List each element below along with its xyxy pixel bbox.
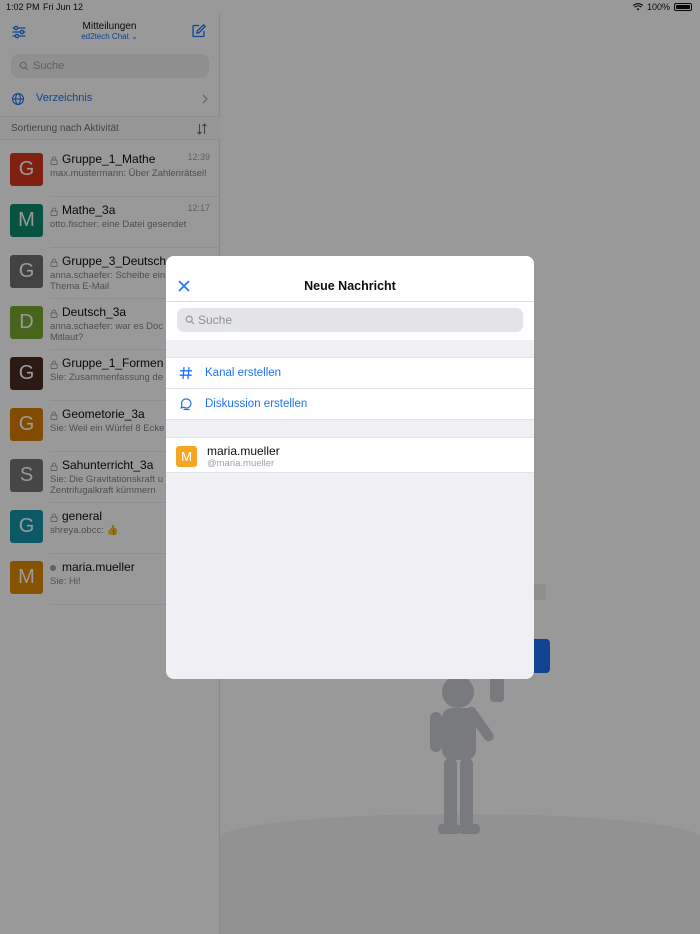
- search-icon: [185, 315, 195, 325]
- create-channel-label: Kanal erstellen: [205, 367, 282, 379]
- create-channel-button[interactable]: Kanal erstellen: [166, 357, 534, 388]
- create-discussion-button[interactable]: Diskussion erstellen: [166, 388, 534, 419]
- modal-header: Neue Nachricht: [166, 256, 534, 302]
- section-gap: [166, 419, 534, 437]
- avatar: M: [176, 446, 197, 467]
- modal-search-container: Suche: [166, 302, 534, 340]
- user-result-row[interactable]: M maria.mueller @maria.mueller: [166, 437, 534, 473]
- discussion-icon: [180, 398, 192, 411]
- user-handle: @maria.mueller: [207, 458, 275, 469]
- new-message-modal: Neue Nachricht Suche Kanal erstellen Dis…: [166, 256, 534, 679]
- modal-search-input[interactable]: Suche: [177, 308, 523, 332]
- create-discussion-label: Diskussion erstellen: [205, 398, 308, 410]
- modal-search-placeholder: Suche: [198, 313, 233, 327]
- modal-title: Neue Nachricht: [304, 279, 396, 293]
- user-name: maria.mueller: [207, 444, 280, 458]
- hashtag-icon: [179, 366, 193, 380]
